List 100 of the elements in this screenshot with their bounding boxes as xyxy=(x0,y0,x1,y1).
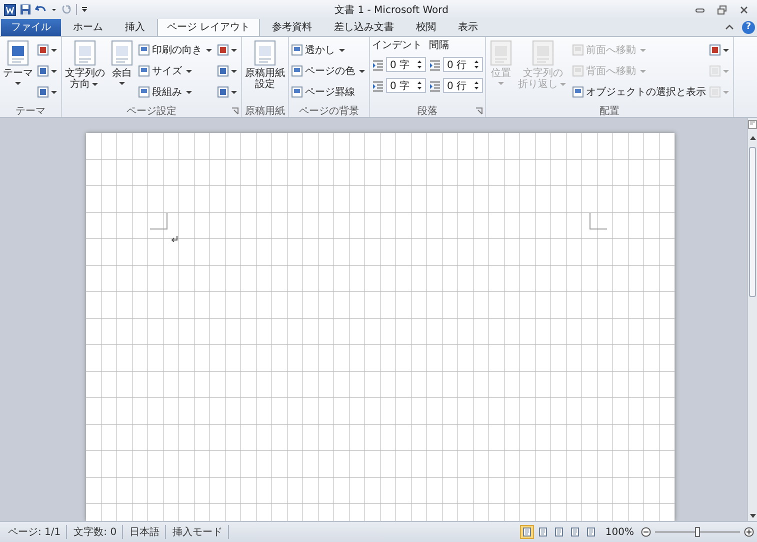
scroll-down-icon[interactable] xyxy=(748,513,756,519)
close-icon[interactable] xyxy=(739,4,749,14)
swatch-icon xyxy=(37,65,49,77)
caret-icon xyxy=(51,70,57,72)
spinner-icon[interactable] xyxy=(474,59,479,70)
page-icon xyxy=(138,44,150,56)
ribbon-button[interactable]: 透かし xyxy=(290,40,368,60)
document-icon xyxy=(73,40,97,66)
margin-mark-icon xyxy=(150,213,168,231)
window-title: 文書 1 - Microsoft Word xyxy=(334,4,448,16)
swatch-icon xyxy=(709,44,721,56)
page-view-icon xyxy=(586,527,596,537)
page-view-icon xyxy=(522,527,532,537)
margin-mark-icon xyxy=(589,213,607,231)
page-view-icon xyxy=(570,527,580,537)
save-icon[interactable] xyxy=(20,4,31,15)
spinner-icon[interactable] xyxy=(417,59,422,70)
page-view-icon xyxy=(538,527,548,537)
vertical-scrollbar[interactable] xyxy=(747,118,757,521)
collapse-ribbon-icon[interactable] xyxy=(725,23,734,32)
swatch-icon xyxy=(217,44,229,56)
page-icon xyxy=(291,44,303,56)
group-label: ページ設定 xyxy=(126,104,176,118)
spacing-icon xyxy=(429,58,441,70)
caret-icon xyxy=(51,48,57,52)
ribbon-tab[interactable]: 校閲 xyxy=(406,18,446,36)
ribbon-button[interactable]: 段組み xyxy=(137,82,215,102)
spacing-icon xyxy=(429,80,441,92)
status-item[interactable]: ページ: 1/1 xyxy=(3,525,67,539)
ribbon-tab[interactable]: 表示 xyxy=(448,18,488,36)
scrollbar-thumb[interactable] xyxy=(749,147,756,297)
swatch-icon xyxy=(709,86,721,98)
scroll-up-icon[interactable] xyxy=(748,135,756,141)
slider-thumb[interactable] xyxy=(694,527,700,537)
dialog-launcher-icon[interactable] xyxy=(231,106,239,114)
zoom-in-icon[interactable] xyxy=(744,527,754,537)
document-icon xyxy=(489,40,513,66)
ribbon-button[interactable]: ページ罫線 xyxy=(290,82,368,102)
view-button[interactable] xyxy=(520,525,534,539)
page-icon xyxy=(138,86,150,98)
spinner-icon[interactable] xyxy=(474,80,479,91)
help-button[interactable]: ? xyxy=(742,21,755,34)
field-label: 間隔 xyxy=(429,39,450,53)
ribbon-button[interactable]: 文字列の 方向 xyxy=(63,39,107,104)
ribbon-button[interactable]: 原稿用紙 設定 xyxy=(243,39,287,104)
status-item[interactable]: 文字数: 0 xyxy=(68,525,123,539)
group-label: 配置 xyxy=(600,104,620,118)
caret-icon xyxy=(723,48,729,52)
ribbon-tab[interactable]: 挿入 xyxy=(115,18,155,36)
group-label: ページの背景 xyxy=(299,104,359,118)
page-icon xyxy=(291,86,303,98)
document-icon xyxy=(6,40,30,66)
document-icon xyxy=(253,40,277,66)
ribbon-button[interactable]: 余白 xyxy=(108,39,136,104)
group-label: 段落 xyxy=(418,104,438,118)
ribbon-button[interactable]: テーマ xyxy=(1,39,35,104)
spin-field[interactable]: 0 字 xyxy=(386,78,426,93)
dialog-launcher-icon[interactable] xyxy=(475,106,483,114)
caret-icon xyxy=(723,90,729,94)
spin-field[interactable]: 0 行 xyxy=(443,57,483,72)
document-icon xyxy=(110,40,134,66)
app-icon xyxy=(4,4,16,16)
ribbon-tab[interactable]: 差し込み文書 xyxy=(324,18,404,36)
ribbon-button[interactable]: オブジェクトの選択と表示 xyxy=(571,82,707,102)
ribbon-button[interactable]: ページの色 xyxy=(290,61,368,81)
status-item[interactable]: 日本語 xyxy=(124,525,166,539)
field-label: インデント xyxy=(372,39,423,53)
ruler-icon[interactable] xyxy=(748,120,757,129)
zoom-out-icon[interactable] xyxy=(641,527,651,537)
zoom-level[interactable]: 100% xyxy=(605,526,634,538)
spin-field[interactable]: 0 行 xyxy=(443,78,483,93)
spacing-icon xyxy=(372,80,384,92)
spin-field[interactable]: 0 字 xyxy=(386,57,426,72)
paragraph-mark-icon xyxy=(171,236,178,242)
spacing-icon xyxy=(372,58,384,70)
caret-icon xyxy=(231,48,237,52)
page-icon xyxy=(572,65,584,77)
page-icon xyxy=(291,65,303,77)
caret-icon xyxy=(231,90,237,94)
spinner-icon[interactable] xyxy=(417,80,422,91)
ribbon-tab[interactable]: ファイル xyxy=(1,18,61,36)
swatch-icon xyxy=(217,65,229,77)
swatch-icon xyxy=(709,65,721,77)
ribbon-tab[interactable]: ページ レイアウト xyxy=(157,18,260,36)
page-icon xyxy=(572,86,584,98)
ribbon-tab[interactable]: 参考資料 xyxy=(262,18,322,36)
group-label: テーマ xyxy=(16,104,46,118)
caret-icon xyxy=(51,90,57,94)
restore-icon[interactable] xyxy=(717,4,727,14)
swatch-icon xyxy=(217,86,229,98)
swatch-icon xyxy=(37,86,49,98)
page-icon xyxy=(138,65,150,77)
ribbon-tab[interactable]: ホーム xyxy=(63,18,113,36)
caret-icon xyxy=(723,70,729,72)
caret-icon xyxy=(231,70,237,72)
ribbon-button[interactable]: 印刷の向き xyxy=(137,40,215,60)
swatch-icon xyxy=(37,44,49,56)
ribbon-button[interactable]: サイズ xyxy=(137,61,215,81)
page-view-icon xyxy=(554,527,564,537)
status-item[interactable]: 挿入モード xyxy=(168,525,229,539)
